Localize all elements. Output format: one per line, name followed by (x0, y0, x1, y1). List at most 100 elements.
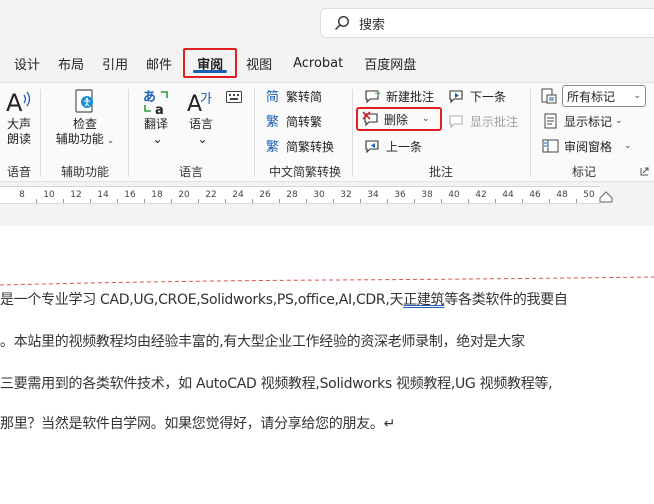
group-label-tracking: 标记 (571, 165, 596, 179)
simplified-to-traditional-label: 简转繁 (286, 114, 323, 129)
simplified-to-traditional-icon: 繁 (266, 114, 279, 129)
line1-underlined-text: 正建筑 (403, 292, 445, 308)
line1-text-a: 是一个专业学习 CAD,UG,CROE,Solidworks,PS,office… (0, 292, 404, 308)
next-comment-button[interactable]: 下一条 (448, 85, 506, 107)
chinese-conversion-button[interactable]: 繁 简繁转换 (266, 135, 334, 157)
ruler-tick-mark (386, 199, 388, 203)
accessibility-check-icon (75, 89, 93, 113)
ruler-tick-label: 24 (232, 190, 244, 200)
new-comment-icon: + (365, 89, 382, 104)
traditional-to-simplified-icon: 简 (266, 89, 279, 104)
ruler-tick-label: 14 (97, 190, 109, 200)
read-aloud-label-1: 大声 (6, 117, 31, 131)
translate-label: 翻译 (143, 117, 168, 131)
previous-comment-button[interactable]: 上一条 (364, 135, 422, 157)
ruler-tick-label: 12 (70, 190, 82, 200)
tab-view[interactable]: 视图 (237, 48, 281, 78)
show-markup-icon (544, 113, 557, 129)
language-label: 语言 (188, 117, 213, 131)
translate-icon: あ a (143, 90, 168, 117)
tab-layout[interactable]: 布局 (49, 48, 93, 78)
search-placeholder: 搜索 (359, 17, 386, 33)
group-label-speech: 语音 (6, 165, 31, 179)
line1-text-c: 等各类软件的我要自 (444, 292, 568, 308)
ruler-tick-label: 22 (205, 190, 217, 200)
show-comments-button[interactable]: 显示批注 (448, 110, 518, 132)
document-page[interactable]: 是一个专业学习 CAD,UG,CROE,Solidworks,PS,office… (0, 226, 654, 504)
group-separator (254, 89, 255, 177)
search-icon (335, 15, 350, 30)
markup-display-icon (541, 88, 557, 104)
ruler-tick-label: 8 (19, 190, 25, 200)
chevron-down-icon: ⌄ (624, 141, 632, 151)
group-separator (530, 89, 531, 177)
reviewing-pane-button[interactable]: 审阅窗格 ⌄ (542, 135, 632, 157)
ruler-tick-mark (575, 199, 577, 203)
delete-comment-label: 删除 (384, 112, 409, 127)
group-label-accessibility: 辅助功能 (60, 165, 109, 179)
previous-comment-icon (365, 140, 379, 154)
svg-text:a: a (155, 103, 164, 117)
ruler-tick-label: 30 (313, 190, 325, 200)
language-icon: A 가 (187, 92, 212, 117)
svg-text:A: A (6, 89, 23, 117)
show-markup-label: 显示标记 (564, 114, 613, 129)
delete-comment-button[interactable]: 删除 ⌄ (362, 108, 430, 130)
dialog-launcher-icon[interactable] (640, 167, 649, 176)
ruler-tick-label: 42 (475, 190, 487, 200)
ruler-tick-mark (467, 199, 469, 203)
simplified-to-traditional-button[interactable]: 繁 简转繁 (266, 110, 322, 132)
ruler-tick-mark (143, 199, 145, 203)
group-label-language: 语言 (178, 165, 203, 179)
traditional-to-simplified-button[interactable]: 简 繁转简 (266, 85, 322, 107)
tab-review[interactable]: 审阅 (183, 48, 238, 78)
ruler-tick-label: 38 (421, 190, 433, 200)
check-accessibility-button[interactable]: 检查 辅助功能 ⌄ (52, 87, 118, 149)
ruler-tick-label: 18 (151, 190, 163, 200)
horizontal-ruler[interactable]: 8 10 12 14 16 18 20 22 24 26 28 30 32 34 36 38 40 42 44 46 4… (0, 184, 654, 206)
translate-button[interactable]: あ a 翻译 ⌄ (136, 87, 176, 147)
tab-references[interactable]: 引用 (93, 48, 137, 78)
group-separator (40, 89, 41, 177)
ruler-tick-label: 26 (259, 190, 271, 200)
ruler-tick-mark (521, 199, 523, 203)
ruler-tick-label: 20 (178, 190, 190, 200)
chevron-down-icon: ⌄ (633, 91, 641, 101)
ruler-tick-label: 48 (556, 190, 568, 200)
chevron-down-icon: ⌄ (106, 136, 115, 146)
paragraph-line-1: 是一个专业学习 CAD,UG,CROE,Solidworks,PS,office… (0, 289, 568, 309)
ribbon-tabs: 设计 布局 引用 邮件 审阅 视图 Acrobat 百度网盘 (0, 46, 654, 80)
tab-baidu-netdisk[interactable]: 百度网盘 (355, 48, 425, 78)
ruler-tick-label: 34 (367, 190, 379, 200)
markup-view-value: 所有标记 (567, 89, 616, 104)
right-indent-marker-icon[interactable] (598, 190, 614, 204)
paragraph-line-3: 三要需用到的各类软件技术，如 AutoCAD 视频教程,Solidworks 视… (0, 376, 553, 392)
ruler-tick-mark (548, 199, 550, 203)
language-button[interactable]: A 가 语言 ⌄ (182, 87, 220, 147)
markup-view-select[interactable]: 所有标记 ⌄ (562, 85, 646, 107)
ruler-tick-mark (413, 199, 415, 203)
reviewing-pane-icon (542, 139, 559, 153)
read-aloud-button[interactable]: A 大声 朗读 (2, 87, 36, 147)
ruler-tick-label: 40 (448, 190, 460, 200)
paragraph-line-4: 那里？当然是软件自学网。如果您觉得好，请分享给您的朋友。↵ (0, 416, 396, 432)
check-accessibility-text: 辅助功能 (55, 132, 104, 146)
ruler-tick-label: 16 (124, 190, 136, 200)
new-comment-button[interactable]: + 新建批注 (364, 85, 434, 107)
show-markup-button[interactable]: 显示标记 ⌄ (542, 110, 623, 132)
svg-text:가: 가 (200, 92, 212, 107)
svg-text:繁: 繁 (266, 114, 279, 129)
ruler-tick-mark (35, 199, 37, 203)
tab-acrobat[interactable]: Acrobat (281, 48, 355, 78)
tab-design[interactable]: 设计 (0, 48, 49, 78)
search-box[interactable]: 搜索 (320, 8, 654, 38)
traditional-to-simplified-label: 繁转简 (286, 89, 323, 104)
tab-mailings[interactable]: 邮件 (137, 48, 181, 78)
group-label-comments: 批注 (428, 165, 453, 179)
keyboard-icon[interactable] (226, 91, 242, 103)
ruler-tick-mark (62, 199, 64, 203)
title-bar: 搜索 (0, 0, 654, 44)
svg-text:繁: 繁 (266, 139, 279, 154)
chevron-down-icon[interactable]: ⌄ (422, 114, 430, 124)
page-break-dashed-line (0, 276, 654, 286)
